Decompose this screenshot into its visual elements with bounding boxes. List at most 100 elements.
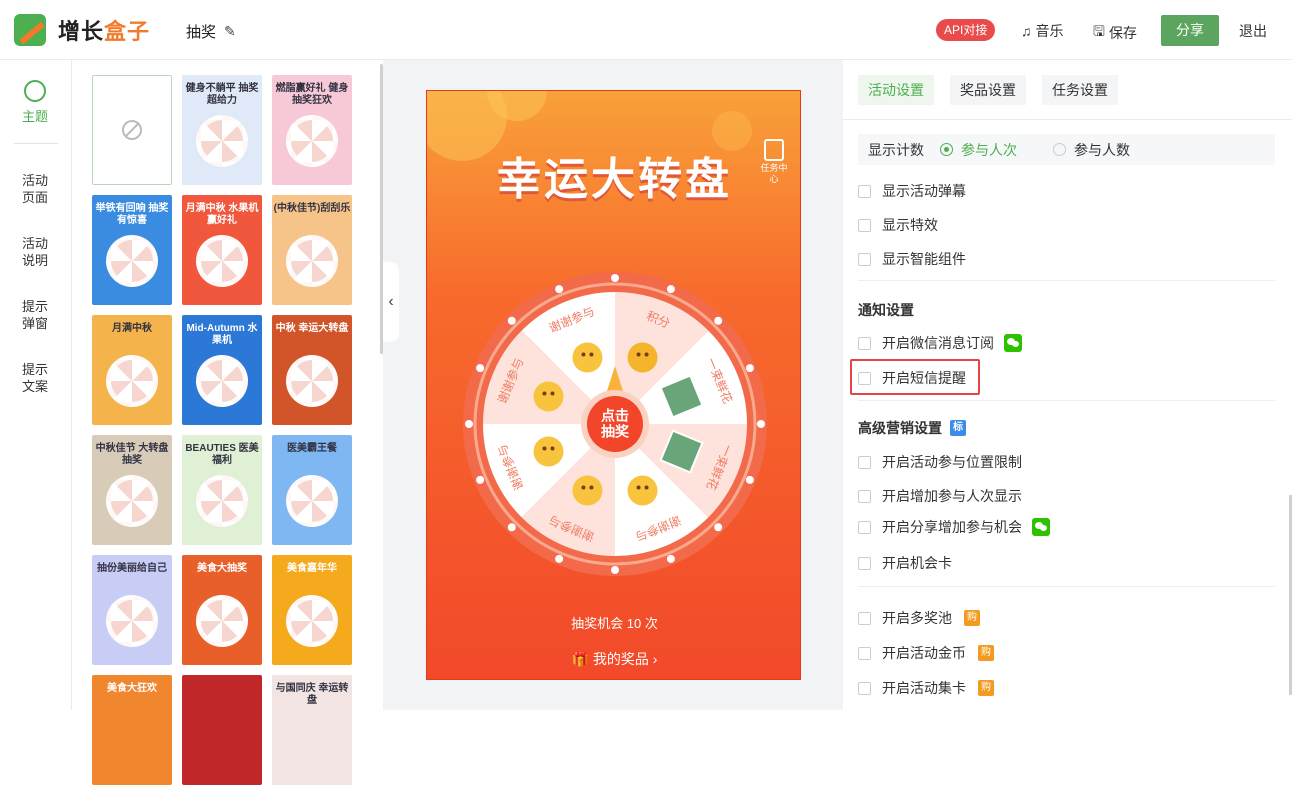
wheel-light-dot xyxy=(666,285,675,294)
api-button[interactable]: API对接 xyxy=(936,19,996,41)
share-button[interactable]: 分享 xyxy=(1161,15,1219,46)
collapse-panel-button[interactable]: ‹ xyxy=(383,262,399,342)
palette-icon xyxy=(24,80,46,102)
option-location-limit[interactable]: 开启活动参与位置限制 xyxy=(858,452,1022,472)
points-coin-icon xyxy=(627,342,658,373)
theme-thumbnail[interactable]: 健身不躺平 抽奖超给力 xyxy=(182,75,262,185)
emoji-face-icon xyxy=(533,381,564,412)
option-wechat-subscribe[interactable]: 开启微信消息订阅 xyxy=(858,333,1022,353)
nav-activity-desc[interactable]: 活动 说明 xyxy=(0,235,70,269)
theme-thumbnail[interactable]: 美食大抽奖 xyxy=(182,555,262,665)
theme-wheel-graphic xyxy=(106,355,158,407)
tab-prize-settings[interactable]: 奖品设置 xyxy=(950,75,1026,105)
checkbox[interactable] xyxy=(858,611,871,625)
theme-wheel-graphic xyxy=(196,355,248,407)
emoji-eye xyxy=(644,485,649,490)
nav-activity-page[interactable]: 活动 页面 xyxy=(0,172,70,206)
wheel-light-dot xyxy=(714,316,723,325)
theme-thumbnail[interactable]: 抽份美丽给自己 xyxy=(92,555,172,665)
tab-task-settings[interactable]: 任务设置 xyxy=(1042,75,1118,105)
emoji-eye xyxy=(589,352,594,357)
lucky-wheel[interactable]: 积分 一束鲜花 一束鲜花 谢谢参与 谢谢参与 谢谢参与 谢谢参与 谢谢参与 点击 抽奖 xyxy=(462,271,768,577)
option-multi-pool[interactable]: 开启多奖池购 xyxy=(858,608,980,628)
checkbox[interactable] xyxy=(858,556,871,570)
purchase-badge: 购 xyxy=(964,610,980,626)
app-logo[interactable]: 增长盒子 xyxy=(14,14,150,46)
checkbox[interactable] xyxy=(858,218,871,232)
theme-thumbnail[interactable]: 中秋佳节 大转盘抽奖 xyxy=(92,435,172,545)
radio-participants-people[interactable]: 参与人数 xyxy=(1053,140,1130,160)
nav-copywriting[interactable]: 提示 文案 xyxy=(0,361,70,395)
theme-wheel-graphic xyxy=(106,475,158,527)
music-button[interactable]: ♫ 音乐 xyxy=(1021,21,1064,41)
section-divider xyxy=(858,400,1275,401)
theme-thumbnail[interactable]: 美食大狂欢 xyxy=(92,675,172,785)
option-share-more-chances[interactable]: 开启分享增加参与机会 xyxy=(858,517,1050,537)
theme-wheel-graphic xyxy=(286,115,338,167)
checkbox[interactable] xyxy=(858,489,871,503)
preview-title: 幸运大转盘 xyxy=(497,155,732,204)
checkbox[interactable] xyxy=(858,455,871,469)
nav-theme[interactable]: 主题 xyxy=(0,80,70,125)
exit-button[interactable]: 退出 xyxy=(1239,21,1267,41)
top-bar: 增长盒子 抽奖 ✎ API对接 ♫ 音乐 🖫 保存 分享 退出 xyxy=(0,0,1292,60)
document-title-text: 抽奖 xyxy=(186,24,217,41)
theme-thumbnail[interactable]: (中秋佳节)刮刮乐 xyxy=(272,195,352,305)
standard-badge: 标 xyxy=(950,420,966,436)
task-center-icon[interactable]: 任务中心 xyxy=(757,139,791,184)
wechat-icon xyxy=(1032,518,1050,536)
section-divider xyxy=(858,280,1275,281)
left-nav: 主题 活动 页面 活动 说明 提示 弹窗 提示 文案 xyxy=(0,60,72,710)
theme-thumbnail[interactable]: 燃脂赢好礼 健身抽奖狂欢 xyxy=(272,75,352,185)
emoji-eye xyxy=(589,485,594,490)
option-banner[interactable]: 显示活动弹幕 xyxy=(858,181,966,201)
checkbox[interactable] xyxy=(858,681,871,695)
tab-activity-settings[interactable]: 活动设置 xyxy=(858,75,934,105)
checkbox[interactable] xyxy=(858,520,871,534)
document-title[interactable]: 抽奖 ✎ xyxy=(186,21,236,42)
option-effect[interactable]: 显示特效 xyxy=(858,215,938,235)
theme-thumbnail[interactable]: BEAUTIES 医美福利 xyxy=(182,435,262,545)
theme-thumbnail[interactable]: Mid-Autumn 水果机 xyxy=(182,315,262,425)
edit-pencil-icon[interactable]: ✎ xyxy=(224,23,236,40)
my-prizes-link[interactable]: 🎁 我的奖品 › xyxy=(427,649,800,669)
theme-title: 美食嘉年华 xyxy=(287,563,337,574)
theme-none[interactable] xyxy=(92,75,172,185)
option-smart-component[interactable]: 显示智能组件 xyxy=(858,249,966,269)
nav-popup[interactable]: 提示 弹窗 xyxy=(0,298,70,332)
theme-thumbnail[interactable]: 医美霸王餐 xyxy=(272,435,352,545)
theme-wheel-graphic xyxy=(106,595,158,647)
theme-thumbnail[interactable]: 美食嘉年华 xyxy=(272,555,352,665)
save-button[interactable]: 🖫 保存 xyxy=(1093,21,1137,45)
radio-participants-times[interactable]: 参与人次 xyxy=(940,140,1017,160)
option-collect-cards[interactable]: 开启活动集卡购 xyxy=(858,678,994,698)
count-label: 显示计数 xyxy=(868,141,924,158)
theme-thumbnail[interactable]: 举铁有回响 抽奖有惊喜 xyxy=(92,195,172,305)
gift-icon: 🎁 xyxy=(571,651,589,667)
theme-thumbnail[interactable]: 月满中秋 xyxy=(92,315,172,425)
count-display-row: 显示计数 参与人次 参与人数 xyxy=(858,134,1275,165)
advanced-section-title: 高级营销设置标 xyxy=(858,418,966,438)
option-chance-card[interactable]: 开启机会卡 xyxy=(858,553,952,573)
theme-wheel-graphic xyxy=(286,595,338,647)
wheel-light-dot xyxy=(507,316,516,325)
checkbox[interactable] xyxy=(858,184,871,198)
wheel-light-dot xyxy=(745,475,754,484)
wheel-light-dot xyxy=(611,566,619,574)
draw-chance-count: 抽奖机会 10 次 xyxy=(571,616,658,631)
theme-wheel-graphic xyxy=(196,115,248,167)
theme-thumbnail[interactable]: 中秋 幸运大转盘 xyxy=(272,315,352,425)
theme-thumbnail[interactable]: 月满中秋 水果机赢好礼 xyxy=(182,195,262,305)
purchase-badge: 购 xyxy=(978,645,994,661)
theme-title: 抽份美丽给自己 xyxy=(97,563,167,574)
theme-thumbnail[interactable] xyxy=(182,675,262,785)
option-add-count-display[interactable]: 开启增加参与人次显示 xyxy=(858,486,1022,506)
checkbox[interactable] xyxy=(858,336,871,350)
checkbox[interactable] xyxy=(858,646,871,660)
wheel-light-dot xyxy=(611,274,619,282)
checkbox[interactable] xyxy=(858,252,871,266)
option-activity-coins[interactable]: 开启活动金币购 xyxy=(858,643,994,663)
emoji-eye xyxy=(636,352,641,357)
theme-wheel-graphic xyxy=(196,595,248,647)
theme-thumbnail[interactable]: 与国同庆 幸运转盘 xyxy=(272,675,352,785)
